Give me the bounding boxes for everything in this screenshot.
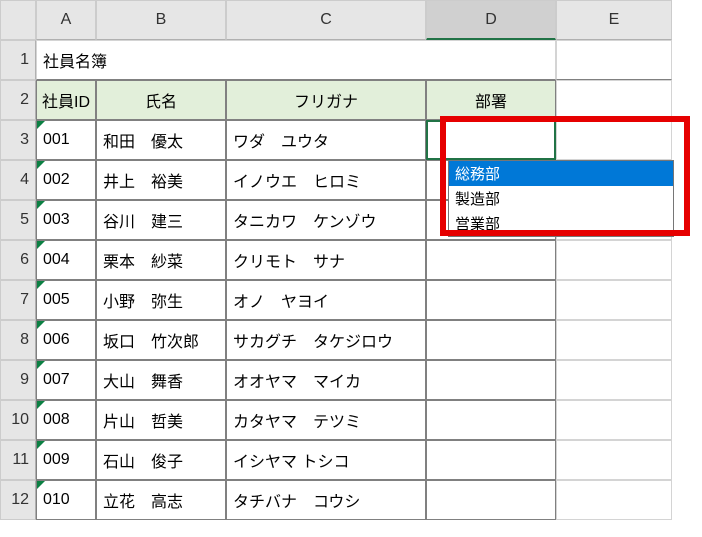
cell-E7[interactable] — [556, 280, 672, 320]
cell-B8[interactable]: 坂口 竹次郎 — [96, 320, 226, 360]
cell-A5[interactable]: 003 — [36, 200, 96, 240]
cell-B9[interactable]: 大山 舞香 — [96, 360, 226, 400]
row-header-10[interactable]: 10 — [0, 400, 36, 440]
row-header-11[interactable]: 11 — [0, 440, 36, 480]
cell-D6[interactable] — [426, 240, 556, 280]
cell-D12[interactable] — [426, 480, 556, 520]
cell-B10[interactable]: 片山 哲美 — [96, 400, 226, 440]
cell-E12[interactable] — [556, 480, 672, 520]
cell-C12[interactable]: タチバナ コウシ — [226, 480, 426, 520]
row-header-9[interactable]: 9 — [0, 360, 36, 400]
cell-E9[interactable] — [556, 360, 672, 400]
cell-A12[interactable]: 010 — [36, 480, 96, 520]
row-header-6[interactable]: 6 — [0, 240, 36, 280]
cell-C10[interactable]: カタヤマ テツミ — [226, 400, 426, 440]
header-id[interactable]: 社員ID — [36, 80, 96, 120]
cell-C11[interactable]: イシヤマ トシコ — [226, 440, 426, 480]
spreadsheet-grid: A B C D E 1 社員名簿 2 社員ID 氏名 フリガナ 部署 3 001… — [0, 0, 702, 520]
cell-E11[interactable] — [556, 440, 672, 480]
validation-dropdown-list[interactable]: 総務部 製造部 営業部 — [448, 160, 674, 237]
cell-E3[interactable] — [556, 120, 672, 160]
dropdown-item-1[interactable]: 製造部 — [449, 186, 673, 211]
cell-A10[interactable]: 008 — [36, 400, 96, 440]
header-furigana[interactable]: フリガナ — [226, 80, 426, 120]
cell-A4[interactable]: 002 — [36, 160, 96, 200]
cell-D10[interactable] — [426, 400, 556, 440]
cell-A3[interactable]: 001 — [36, 120, 96, 160]
cell-B7[interactable]: 小野 弥生 — [96, 280, 226, 320]
cell-A11[interactable]: 009 — [36, 440, 96, 480]
cell-E2[interactable] — [556, 80, 672, 120]
cell-A9[interactable]: 007 — [36, 360, 96, 400]
cell-A6[interactable]: 004 — [36, 240, 96, 280]
cell-D8[interactable] — [426, 320, 556, 360]
dropdown-item-0[interactable]: 総務部 — [449, 161, 673, 186]
cell-B4[interactable]: 井上 裕美 — [96, 160, 226, 200]
row-header-1[interactable]: 1 — [0, 40, 36, 80]
cell-B11[interactable]: 石山 俊子 — [96, 440, 226, 480]
col-header-B[interactable]: B — [96, 0, 226, 40]
cell-title[interactable]: 社員名簿 — [36, 40, 556, 80]
row-header-3[interactable]: 3 — [0, 120, 36, 160]
header-name[interactable]: 氏名 — [96, 80, 226, 120]
header-dept[interactable]: 部署 — [426, 80, 556, 120]
cell-A8[interactable]: 006 — [36, 320, 96, 360]
cell-C4[interactable]: イノウエ ヒロミ — [226, 160, 426, 200]
select-all-corner[interactable] — [0, 0, 36, 40]
cell-C3[interactable]: ワダ ユウタ — [226, 120, 426, 160]
col-header-D[interactable]: D — [426, 0, 556, 40]
cell-D3[interactable] — [426, 120, 556, 160]
row-header-4[interactable]: 4 — [0, 160, 36, 200]
row-header-7[interactable]: 7 — [0, 280, 36, 320]
col-header-C[interactable]: C — [226, 0, 426, 40]
cell-E6[interactable] — [556, 240, 672, 280]
cell-C8[interactable]: サカグチ タケジロウ — [226, 320, 426, 360]
cell-D9[interactable] — [426, 360, 556, 400]
cell-B5[interactable]: 谷川 建三 — [96, 200, 226, 240]
cell-E8[interactable] — [556, 320, 672, 360]
cell-D7[interactable] — [426, 280, 556, 320]
row-header-8[interactable]: 8 — [0, 320, 36, 360]
cell-E10[interactable] — [556, 400, 672, 440]
cell-E1[interactable] — [556, 40, 672, 80]
cell-C6[interactable]: クリモト サナ — [226, 240, 426, 280]
row-header-5[interactable]: 5 — [0, 200, 36, 240]
col-header-A[interactable]: A — [36, 0, 96, 40]
cell-D11[interactable] — [426, 440, 556, 480]
cell-C9[interactable]: オオヤマ マイカ — [226, 360, 426, 400]
cell-B12[interactable]: 立花 高志 — [96, 480, 226, 520]
col-header-E[interactable]: E — [556, 0, 672, 40]
cell-B6[interactable]: 栗本 紗菜 — [96, 240, 226, 280]
cell-C7[interactable]: オノ ヤヨイ — [226, 280, 426, 320]
row-header-12[interactable]: 12 — [0, 480, 36, 520]
cell-B3[interactable]: 和田 優太 — [96, 120, 226, 160]
dropdown-item-2[interactable]: 営業部 — [449, 211, 673, 236]
cell-A7[interactable]: 005 — [36, 280, 96, 320]
cell-C5[interactable]: タニカワ ケンゾウ — [226, 200, 426, 240]
row-header-2[interactable]: 2 — [0, 80, 36, 120]
